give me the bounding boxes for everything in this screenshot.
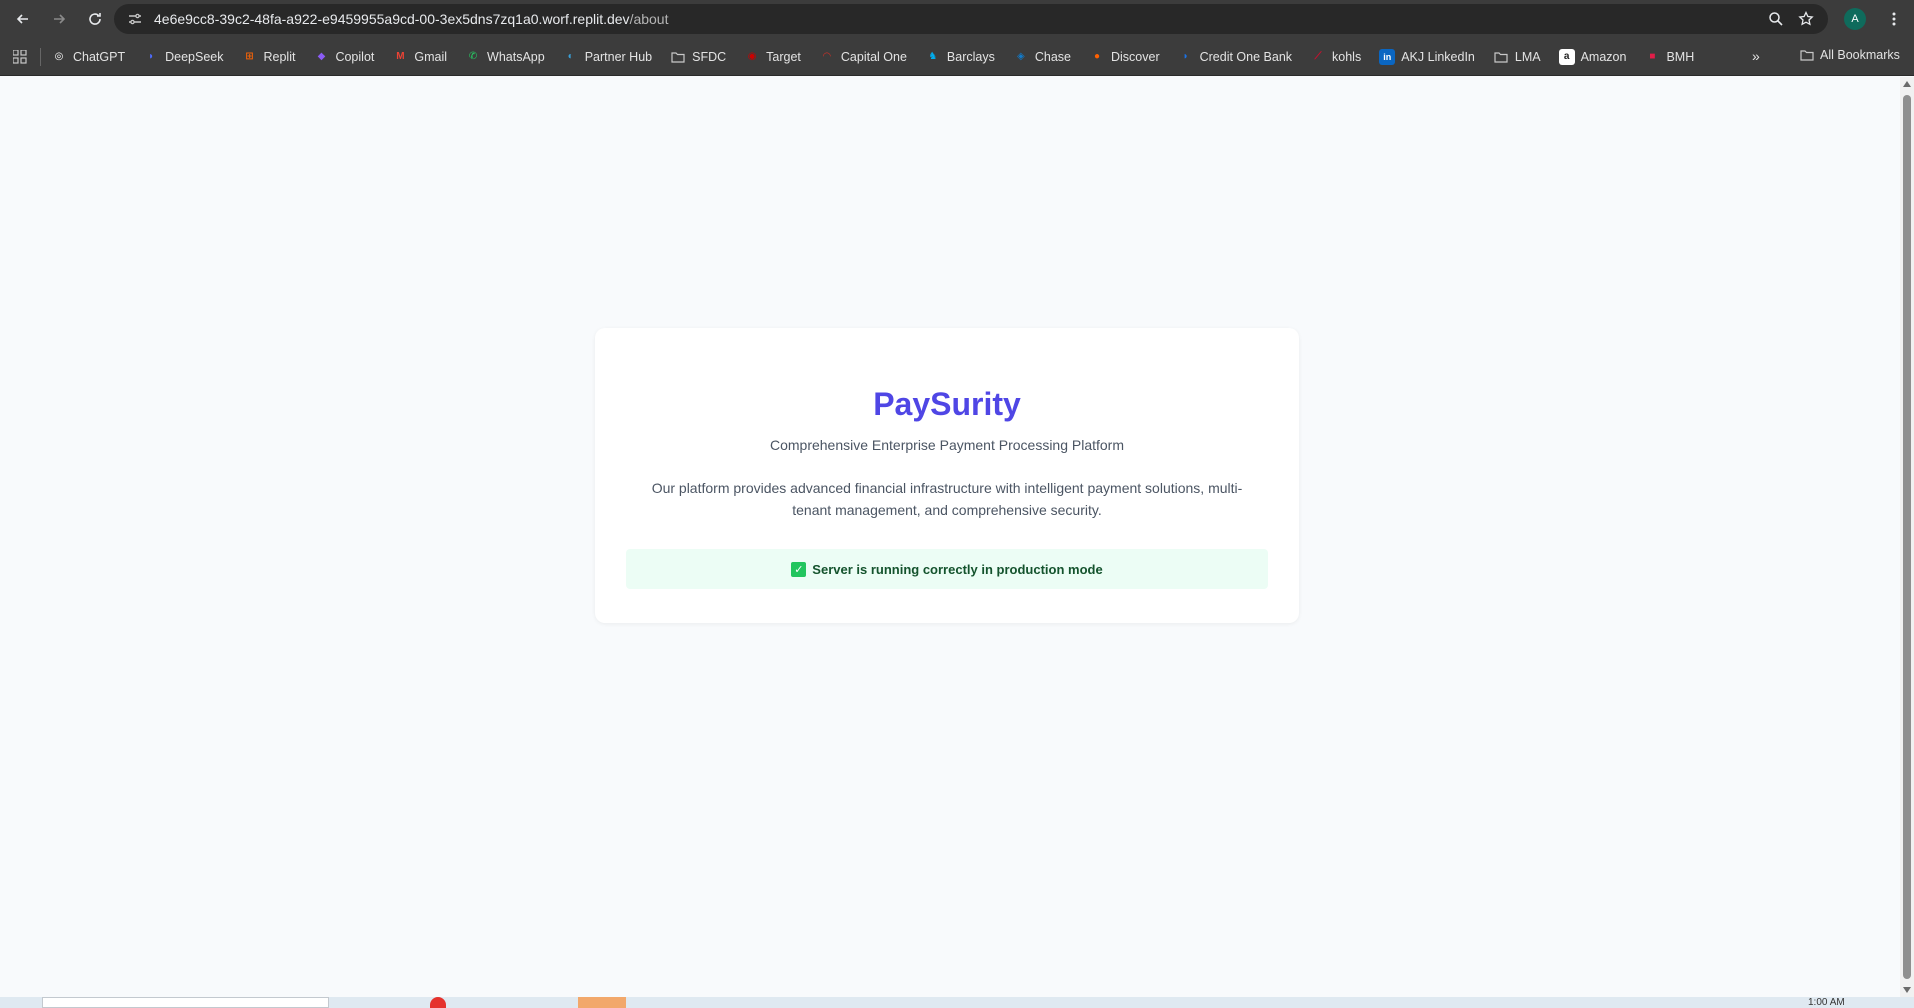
zoom-icon[interactable] [1768,11,1784,27]
bookmark-label: Credit One Bank [1199,49,1293,64]
bookmark-star-icon[interactable] [1798,11,1814,27]
scroll-down-arrow-icon[interactable] [1903,987,1911,993]
bookmark-copilot[interactable]: ◆ Copilot [313,49,375,65]
bookmarks-bar: ◎ ChatGPT ◗ DeepSeek ⊞ Replit ◆ Copilot M Gmail ✆ W… [0,38,1914,76]
site-info-button[interactable] [120,4,150,34]
taskbar-app-icon[interactable] [430,997,446,1008]
taskbar-clock: 1:00 AM [1808,997,1845,1008]
server-status-text: Server is running correctly in productio… [812,561,1103,577]
platform-description: Our platform provides advanced financial… [651,480,1243,518]
linkedin-icon: in [1379,48,1396,65]
browser-toolbar: 4e6e9cc8-39c2-48fa-a922-e9459955a9cd-00-… [0,0,1914,38]
taskbar-search-box[interactable] [42,997,329,1008]
bookmark-deepseek[interactable]: ◗ DeepSeek [143,49,223,65]
bookmarks-overflow-chevron-icon[interactable]: » [1752,48,1760,64]
amazon-icon: a [1558,48,1575,65]
bookmark-whatsapp[interactable]: ✆ WhatsApp [465,49,545,65]
barclays-icon: ♞ [928,51,938,62]
server-status-banner: ✓ Server is running correctly in product… [626,549,1268,589]
folder-icon [670,49,686,65]
apps-grid-icon[interactable] [10,47,30,67]
whatsapp-icon: ✆ [468,51,478,62]
bookmark-credit-one-bank[interactable]: ◗ Credit One Bank [1178,49,1292,65]
arrow-left-icon [16,14,28,24]
bookmark-label: Target [766,49,801,64]
bookmark-label: Replit [263,49,296,64]
bookmark-label: WhatsApp [487,49,545,64]
chase-icon: ◈ [1016,51,1025,62]
bookmark-label: Amazon [1580,49,1627,64]
browser-menu-button[interactable] [1884,8,1904,30]
back-button[interactable] [10,6,36,32]
profile-avatar[interactable]: A [1844,8,1866,30]
bookmark-sfdc[interactable]: SFDC [670,49,726,65]
bookmark-label: AKJ LinkedIn [1401,49,1475,64]
forward-button[interactable] [46,6,72,32]
more-vert-icon [1892,12,1896,26]
about-card: PaySurity Comprehensive Enterprise Payme… [595,328,1299,623]
all-bookmarks-label: All Bookmarks [1820,48,1900,62]
taskbar-active-app[interactable] [578,997,626,1008]
bookmark-target[interactable]: ◉ Target [744,49,801,65]
bookmark-label: Partner Hub [584,49,653,64]
bookmark-label: Gmail [414,49,448,64]
chatgpt-icon: ◎ [54,51,64,62]
bookmark-barclays[interactable]: ♞ Barclays [925,49,995,65]
bookmark-label: Copilot [335,49,375,64]
brand-tagline: Comprehensive Enterprise Payment Process… [769,437,1125,453]
gmail-icon: M [396,51,405,62]
url-host: 4e6e9cc8-39c2-48fa-a922-e9459955a9cd-00-… [154,11,630,27]
bookmark-label: DeepSeek [165,49,224,64]
bookmark-amazon[interactable]: a Amazon [1558,48,1627,65]
capital-one-icon: ◠ [823,51,831,62]
bookmark-lma[interactable]: LMA [1493,49,1541,65]
bookmark-discover[interactable]: ● Discover [1089,49,1160,65]
credit-one-icon: ◗ [1182,51,1189,62]
bookmark-label: Discover [1110,49,1160,64]
arrow-right-icon [54,14,66,24]
bookmark-bmh[interactable]: ■ BMH [1644,49,1694,65]
url-text: 4e6e9cc8-39c2-48fa-a922-e9459955a9cd-00-… [154,11,669,27]
folder-icon [1800,50,1814,61]
bookmark-label: kohls [1332,49,1362,64]
deepseek-icon: ◗ [148,51,155,62]
bookmark-gmail[interactable]: M Gmail [392,49,447,65]
reload-icon [89,13,101,25]
bookmark-partner-hub[interactable]: ◐ Partner Hub [563,49,652,65]
bookmark-replit[interactable]: ⊞ Replit [241,49,295,65]
copilot-icon: ◆ [317,51,326,62]
replit-icon: ⊞ [245,51,254,62]
kohls-icon: ⟋ [1314,51,1322,62]
brand-title: PaySurity [873,386,1021,422]
bookmark-label: Chase [1034,49,1071,64]
partner-hub-icon: ◐ [567,51,574,62]
bmh-icon: ■ [1649,51,1656,62]
target-icon: ◉ [747,51,757,62]
bookmark-label: ChatGPT [73,49,126,64]
discover-icon: ● [1093,51,1100,62]
address-bar[interactable]: 4e6e9cc8-39c2-48fa-a922-e9459955a9cd-00-… [114,4,1828,34]
bookmarks-divider [40,47,41,66]
url-path: /about [629,11,669,27]
check-mark-icon: ✓ [791,561,807,577]
bookmark-label: Capital One [840,49,907,64]
bookmark-label: Barclays [946,49,995,64]
folder-icon [1493,49,1509,65]
bookmark-chase[interactable]: ◈ Chase [1013,49,1071,65]
bookmark-chatgpt[interactable]: ◎ ChatGPT [51,49,125,65]
os-taskbar: 1:00 AM [0,997,1914,1008]
tune-icon [129,13,141,25]
scrollbar-thumb[interactable] [1903,95,1911,979]
bookmark-label: SFDC [692,49,727,64]
bookmark-kohls[interactable]: ⟋ kohls [1310,49,1362,65]
bookmark-capital-one[interactable]: ◠ Capital One [819,49,907,65]
bookmark-akj-linkedin[interactable]: in AKJ LinkedIn [1379,48,1475,65]
reload-button[interactable] [82,6,108,32]
bookmark-label: BMH [1666,49,1695,64]
bookmark-label: LMA [1514,49,1541,64]
all-bookmarks-button[interactable]: All Bookmarks [1800,48,1900,62]
scroll-up-arrow-icon[interactable] [1903,81,1911,87]
page-scrollbar[interactable] [1900,77,1914,997]
